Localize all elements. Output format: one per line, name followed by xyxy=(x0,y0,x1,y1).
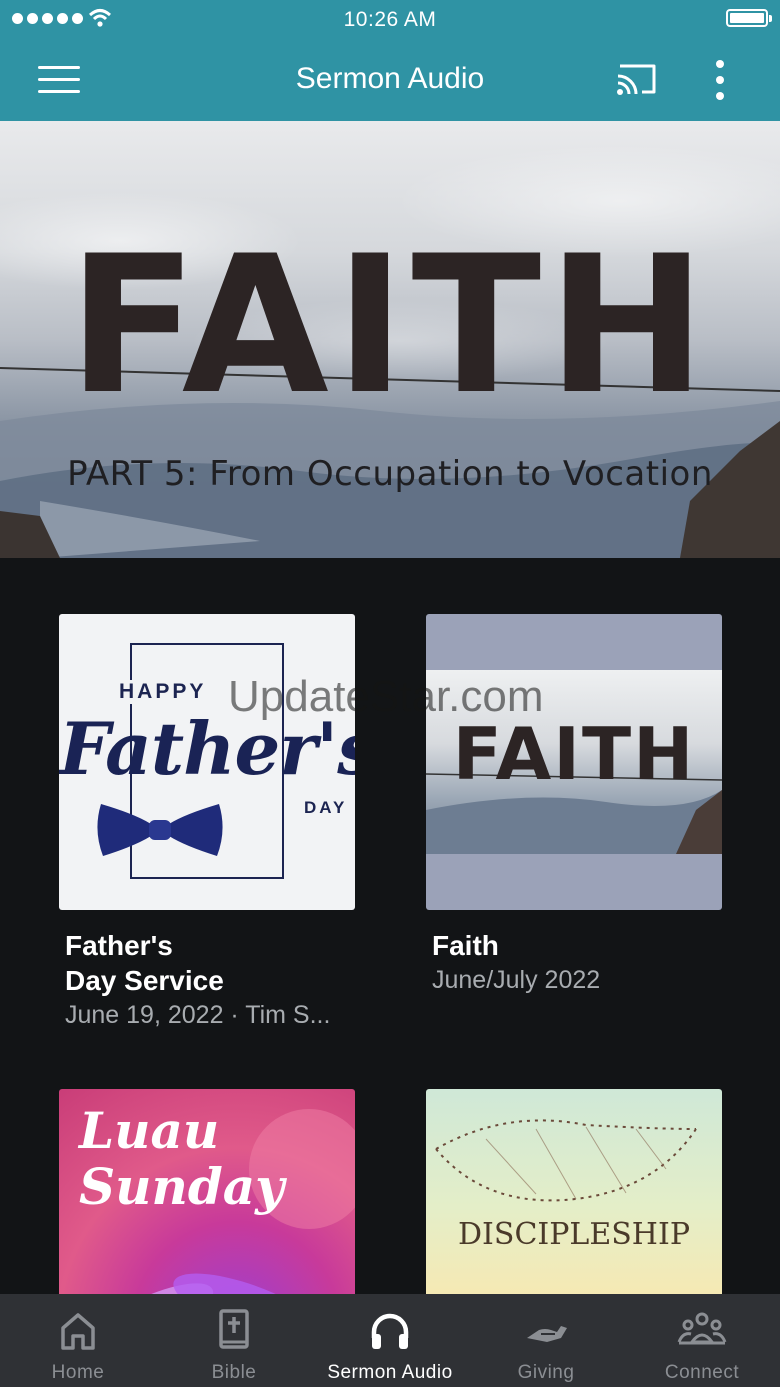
more-options-icon[interactable] xyxy=(708,60,732,100)
sermon-card-faith[interactable]: FAITH Faith June/July 2022 xyxy=(426,614,722,997)
card-title: Faith xyxy=(432,930,499,961)
cast-icon[interactable] xyxy=(614,60,660,98)
headphones-icon xyxy=(371,1313,409,1349)
fathers-day-artwork: HAPPY Father's DAY xyxy=(59,614,355,910)
featured-series-banner[interactable]: FAITH PART 5: From Occupation to Vocatio… xyxy=(0,121,780,558)
faith-artwork: FAITH xyxy=(426,614,722,910)
bow-tie-icon xyxy=(97,804,223,856)
status-bar: 10:26 AM xyxy=(0,0,780,40)
tab-home[interactable]: Home xyxy=(0,1294,156,1387)
page-title: Sermon Audio xyxy=(295,62,485,95)
tab-bible[interactable]: Bible xyxy=(156,1294,312,1387)
app-bar: Sermon Audio xyxy=(0,40,780,121)
people-icon xyxy=(677,1312,727,1345)
hero-subtitle: PART 5: From Occupation to Vocation xyxy=(67,454,713,494)
status-time: 10:26 AM xyxy=(343,8,437,31)
hero-series-word: FAITH xyxy=(67,215,713,436)
battery-icon xyxy=(726,9,772,27)
sermon-card-fathers-day[interactable]: HAPPY Father's DAY Father's Day Service … xyxy=(59,614,355,1032)
bottom-tab-bar: Home Bible Sermon Audio Giving Connect xyxy=(0,1294,780,1387)
tab-connect[interactable]: Connect xyxy=(624,1294,780,1387)
card-title: Father's Day Service xyxy=(65,930,224,996)
home-icon xyxy=(61,1313,95,1350)
bible-icon xyxy=(219,1309,249,1349)
giving-hand-icon xyxy=(527,1326,567,1342)
tab-sermon-audio[interactable]: Sermon Audio xyxy=(312,1294,468,1387)
card-subtitle: June 19, 2022 · Tim S... xyxy=(65,1001,331,1029)
card-subtitle: June/July 2022 xyxy=(432,966,601,994)
tab-giving[interactable]: Giving xyxy=(468,1294,624,1387)
